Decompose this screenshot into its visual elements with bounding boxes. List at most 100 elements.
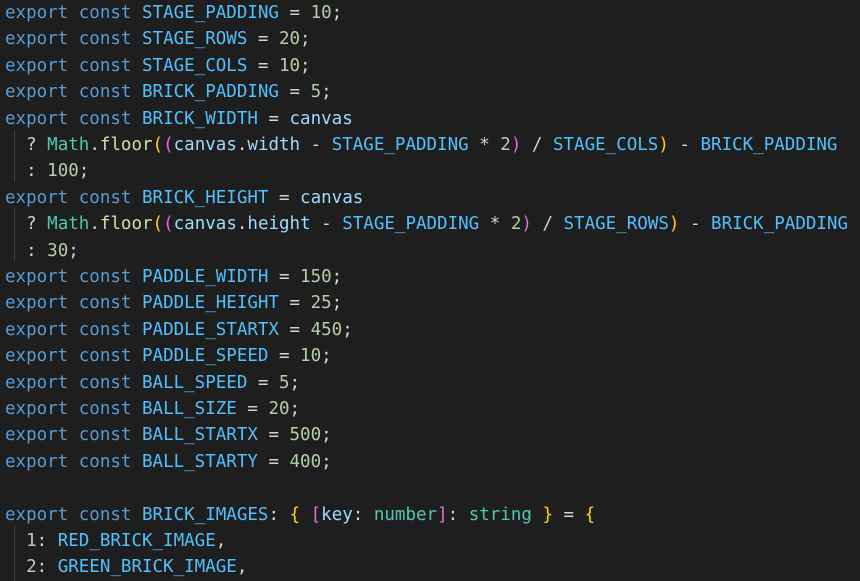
code-token: export	[5, 293, 69, 314]
code-line: export const BALL_SIZE = 20;	[5, 396, 300, 422]
code-token: {	[289, 504, 301, 525]
code-token: key	[321, 504, 353, 525]
code-line: export const STAGE_PADDING = 10;	[5, 0, 342, 26]
code-token: export	[5, 346, 69, 367]
code-line: export const BRICK_WIDTH = canvas	[5, 106, 353, 132]
code-token: const	[78, 319, 132, 340]
code-token: const	[78, 187, 132, 208]
code-token: )	[521, 214, 532, 235]
code-token: 100	[47, 161, 79, 182]
code-token: STAGE_ROWS	[142, 29, 248, 50]
code-token: PADDLE_WIDTH	[142, 267, 269, 287]
code-token: 2	[26, 557, 37, 578]
code-token: ;	[289, 399, 301, 419]
code-token: -	[310, 214, 343, 235]
code-token: ;	[331, 293, 343, 314]
code-token: BRICK_PADDING	[700, 135, 838, 155]
code-token: const	[78, 267, 132, 287]
code-token: :	[352, 504, 374, 525]
code-token: =	[268, 187, 301, 208]
code-token: .	[89, 135, 100, 155]
code-token: canvas	[173, 214, 237, 235]
code-token: =	[278, 293, 311, 314]
code-token: PADDLE_SPEED	[142, 346, 269, 367]
code-token: (	[163, 135, 174, 155]
code-line: export const STAGE_COLS = 10;	[5, 53, 311, 79]
code-token: ;	[331, 3, 343, 23]
code-token: export	[5, 399, 69, 419]
code-token: -	[679, 214, 712, 235]
code-token: canvas	[300, 187, 364, 208]
code-token: export	[5, 108, 69, 129]
code-token: [	[310, 504, 322, 525]
code-token: 400	[289, 451, 322, 472]
code-token: PADDLE_STARTX	[142, 319, 279, 340]
code-token: ,	[215, 531, 227, 551]
code-token: export	[5, 451, 69, 472]
code-token: =	[247, 55, 279, 76]
code-line: export const PADDLE_WIDTH = 150;	[5, 264, 342, 290]
code-token: STAGE_PADDING	[142, 3, 279, 23]
code-token: const	[78, 29, 132, 50]
code-token: =	[257, 425, 290, 446]
code-line: export const BRICK_HEIGHT = canvas	[5, 185, 363, 211]
code-token: BRICK_WIDTH	[142, 108, 258, 129]
code-token: width	[247, 135, 301, 155]
code-editor[interactable]: export const STAGE_PADDING = 10; export c…	[0, 0, 860, 581]
code-line: export const BRICK_PADDING = 5;	[5, 79, 332, 105]
code-token: ;	[78, 161, 90, 182]
code-token: 2	[500, 135, 511, 155]
code-token: BALL_STARTX	[142, 425, 258, 446]
code-token: ;	[321, 451, 332, 472]
code-token: const	[78, 82, 132, 103]
code-token: export	[5, 504, 69, 525]
code-token: (	[163, 214, 174, 235]
code-token: BRICK_HEIGHT	[142, 187, 269, 208]
code-token: .	[236, 214, 248, 235]
code-token: number	[373, 504, 438, 525]
code-line: : 30;	[5, 238, 79, 264]
code-token: Math	[47, 135, 90, 155]
code-token: =	[268, 267, 301, 287]
code-token: 30	[47, 240, 69, 261]
code-token: ;	[321, 82, 332, 103]
code-token: ;	[331, 267, 343, 287]
code-token: ?	[5, 135, 48, 155]
code-token: 500	[289, 425, 322, 446]
code-token: ;	[321, 425, 332, 446]
code-token: string	[468, 504, 532, 525]
code-token: :	[5, 161, 48, 182]
code-token: :	[268, 504, 290, 525]
code-token: ;	[68, 240, 79, 261]
code-token: 450	[310, 319, 343, 340]
code-token: 10	[278, 55, 301, 76]
code-token: /	[531, 214, 564, 235]
code-token: ;	[321, 346, 332, 367]
code-line: export const STAGE_ROWS = 20;	[5, 26, 311, 52]
code-token: /	[521, 135, 553, 155]
code-token: BRICK_IMAGES	[142, 504, 269, 525]
code-line: ? Math.floor((canvas.width - STAGE_PADDI…	[5, 132, 837, 158]
code-token: export	[5, 372, 69, 393]
code-line: export const BRICK_IMAGES: { [key: numbe…	[5, 502, 595, 528]
